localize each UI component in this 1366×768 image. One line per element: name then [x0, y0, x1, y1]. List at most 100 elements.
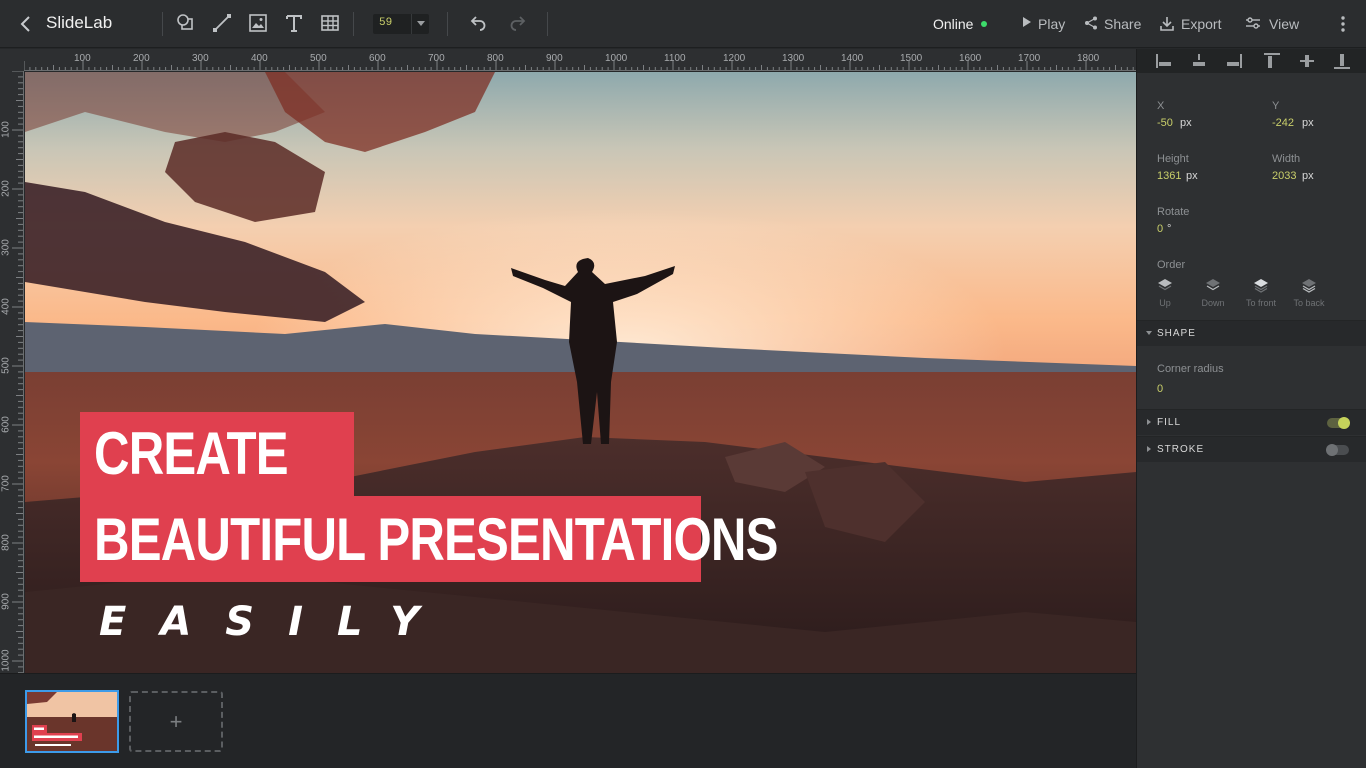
toolbar-divider: [447, 12, 448, 36]
width-label: Width: [1272, 153, 1301, 165]
ruler-corner: [0, 49, 24, 71]
align-bottom-icon[interactable]: [1333, 52, 1351, 70]
order-to-back-button[interactable]: To back: [1291, 278, 1327, 312]
ruler-label: 500: [310, 53, 327, 64]
chevron-down-icon[interactable]: [411, 14, 429, 34]
shape-icon[interactable]: [175, 12, 197, 34]
corner-radius-value[interactable]: 0: [1157, 383, 1163, 395]
redo-icon[interactable]: [507, 12, 529, 34]
line-icon[interactable]: [211, 12, 233, 34]
slide-subtitle[interactable]: EASILY: [99, 599, 453, 645]
stroke-section-header[interactable]: STROKE: [1137, 436, 1366, 462]
vertical-ruler: 100 200 300 400 500 600 700 800 900 1000: [0, 71, 24, 673]
layer-up-icon: [1158, 279, 1172, 291]
ruler-label: 1800: [1077, 53, 1100, 64]
ruler-label: 1100: [664, 53, 686, 64]
play-icon: [1023, 17, 1031, 27]
corner-radius-label: Corner radius: [1157, 363, 1224, 375]
align-center-icon[interactable]: [1190, 52, 1208, 70]
ruler-label: 1200: [723, 53, 746, 64]
ruler-label: 800: [0, 534, 12, 551]
order-up-button[interactable]: Up: [1147, 278, 1183, 312]
ruler-label: 500: [0, 357, 12, 374]
slide-thumbnail[interactable]: [25, 690, 119, 753]
align-middle-icon[interactable]: [1298, 52, 1316, 70]
width-value[interactable]: 2033: [1272, 170, 1296, 182]
x-unit: px: [1180, 117, 1192, 129]
ruler-label: 1600: [959, 53, 982, 64]
toolbar-divider: [353, 12, 354, 36]
sliders-icon: [1246, 17, 1260, 29]
rotate-unit: °: [1167, 223, 1172, 235]
export-button[interactable]: Export: [1160, 15, 1226, 35]
ruler-label: 600: [0, 416, 12, 433]
layer-down-icon: [1206, 279, 1220, 291]
ruler-label: 1700: [1018, 53, 1041, 64]
x-label: X: [1157, 100, 1165, 112]
share-icon: [1085, 16, 1097, 30]
rotate-label: Rotate: [1157, 206, 1190, 218]
chevron-right-icon: [1147, 446, 1151, 452]
order-to-front-button[interactable]: To front: [1243, 278, 1279, 312]
play-button[interactable]: Play: [1022, 15, 1070, 35]
width-unit: px: [1302, 170, 1314, 182]
slide-canvas[interactable]: CREATE BEAUTIFUL PRESENTATIONS EASILY: [25, 72, 1136, 673]
height-value[interactable]: 1361: [1157, 170, 1181, 182]
undo-icon[interactable]: [467, 12, 489, 34]
fill-section-header[interactable]: FILL: [1137, 409, 1366, 435]
ruler-label: 400: [0, 298, 12, 315]
toolbar-divider: [162, 12, 163, 36]
add-slide-button[interactable]: +: [129, 691, 223, 752]
chevron-right-icon: [1147, 419, 1151, 425]
ruler-label: 300: [0, 239, 12, 256]
fill-toggle[interactable]: [1327, 417, 1350, 429]
app-title: SlideLab: [46, 13, 113, 32]
layer-back-icon: [1302, 279, 1316, 293]
back-arrow-icon[interactable]: [14, 12, 38, 36]
y-unit: px: [1302, 117, 1314, 129]
slide-title-line2[interactable]: BEAUTIFUL PRESENTATIONS: [80, 496, 778, 582]
shape-section-header[interactable]: SHAPE: [1137, 320, 1366, 346]
text-icon[interactable]: [283, 12, 305, 34]
align-left-icon[interactable]: [1155, 52, 1173, 70]
rotate-value[interactable]: 0: [1157, 223, 1163, 235]
order-down-button[interactable]: Down: [1195, 278, 1231, 312]
connection-status: Online: [933, 16, 974, 32]
stroke-toggle[interactable]: [1326, 444, 1349, 456]
ruler-label: 1400: [841, 53, 864, 64]
ruler-label: 900: [0, 593, 12, 610]
ruler-label: 700: [428, 53, 445, 64]
table-icon[interactable]: [319, 12, 341, 34]
layer-front-icon: [1254, 279, 1268, 293]
height-label: Height: [1157, 153, 1189, 165]
slide-title-line1[interactable]: CREATE: [80, 412, 355, 496]
slide-thumbnail-preview: [27, 692, 117, 751]
top-toolbar: SlideLab 59 Online Play Share Export Vie…: [0, 0, 1366, 48]
status-dot-icon: [981, 21, 987, 27]
export-icon: [1160, 17, 1174, 31]
y-value[interactable]: -242: [1272, 117, 1294, 129]
slide-thumbnail-strip: +: [0, 673, 1136, 768]
ruler-label: 100: [0, 121, 12, 138]
horizontal-ruler: 100 200 300 400 500 600 700 800 900 1000 1100 1200 1…: [24, 49, 1136, 71]
share-button[interactable]: Share: [1084, 15, 1144, 35]
ruler-label: 200: [133, 53, 150, 64]
font-size-value: 59: [379, 17, 393, 29]
ruler-label: 1000: [0, 649, 12, 672]
alignment-toolbar: [1137, 49, 1366, 73]
ruler-label: 200: [0, 180, 12, 197]
toolbar-divider: [547, 12, 548, 36]
ruler-label: 600: [369, 53, 386, 64]
font-size-select[interactable]: 59: [373, 14, 429, 34]
view-button[interactable]: View: [1245, 15, 1303, 35]
image-icon[interactable]: [247, 12, 269, 34]
properties-panel: X -50 px Y -242 px Height 1361 px Width …: [1136, 49, 1366, 768]
more-vertical-icon[interactable]: [1334, 14, 1352, 34]
ruler-label: 700: [0, 475, 12, 492]
plus-icon: +: [169, 709, 183, 734]
align-top-icon[interactable]: [1263, 52, 1281, 70]
x-value[interactable]: -50: [1157, 117, 1173, 129]
y-label: Y: [1272, 100, 1280, 112]
align-right-icon[interactable]: [1225, 52, 1243, 70]
chevron-down-icon: [1146, 331, 1152, 335]
